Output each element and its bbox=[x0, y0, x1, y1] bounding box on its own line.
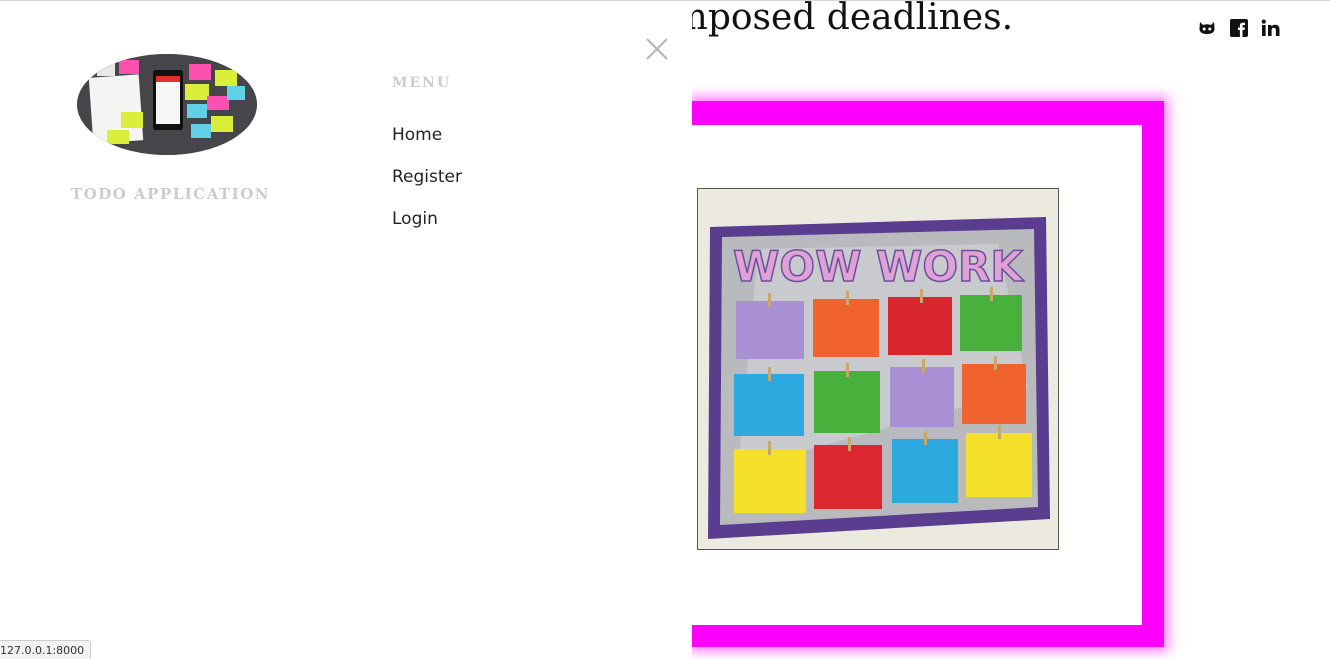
menu-list: Home Register Login bbox=[392, 125, 462, 251]
app-logo[interactable] bbox=[77, 54, 257, 155]
brand-name: TODO APPLICATION bbox=[71, 185, 270, 203]
menu-item-register[interactable]: Register bbox=[392, 167, 462, 209]
menu-item-home[interactable]: Home bbox=[392, 125, 462, 167]
menu-item-login[interactable]: Login bbox=[392, 209, 462, 251]
bulletin-board-image: WOW WORK bbox=[697, 188, 1059, 550]
github-icon[interactable] bbox=[1196, 17, 1218, 39]
linkedin-icon[interactable] bbox=[1260, 17, 1282, 39]
page: -imposed deadlines. WOW WORK TODO APPLIC… bbox=[0, 0, 1330, 659]
social-links bbox=[1196, 17, 1282, 39]
close-icon[interactable] bbox=[644, 36, 670, 62]
status-bar-url: 127.0.0.1:8000 bbox=[0, 640, 92, 659]
banner-text: WOW WORK bbox=[733, 242, 1024, 291]
menu-heading: MENU bbox=[392, 75, 452, 91]
offcanvas-menu: TODO APPLICATION MENU Home Register Logi… bbox=[0, 1, 692, 659]
facebook-icon[interactable] bbox=[1228, 17, 1250, 39]
hero-heading: -imposed deadlines. bbox=[650, 0, 1014, 38]
